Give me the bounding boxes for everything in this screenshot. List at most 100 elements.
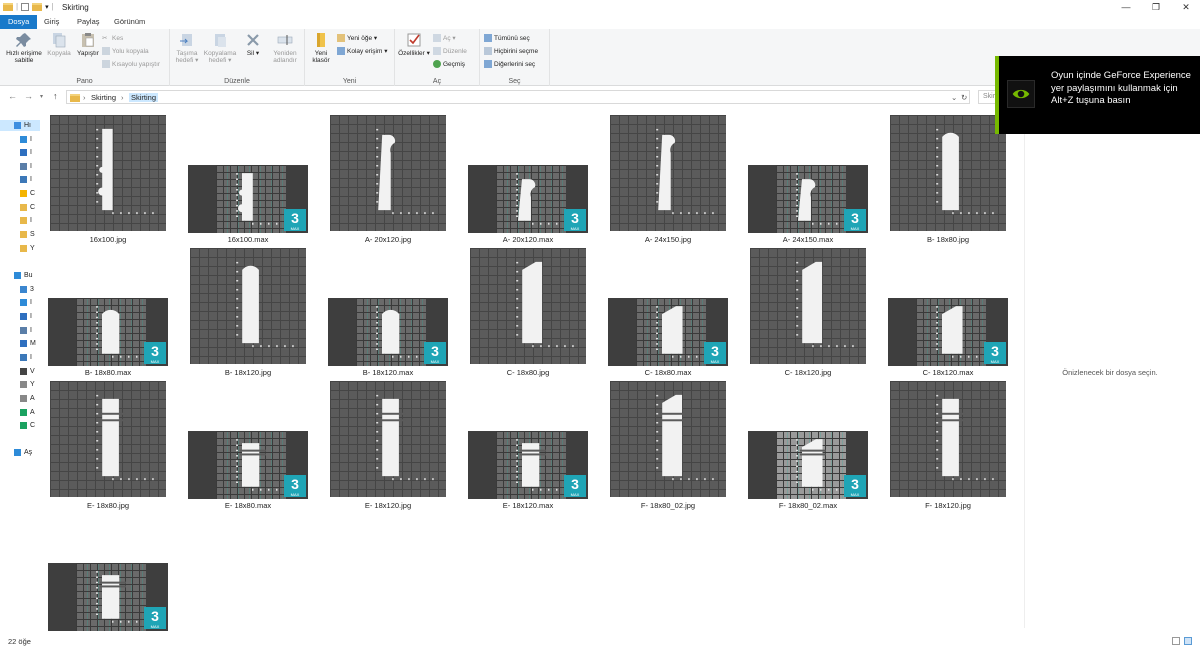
- nav-item[interactable]: 3: [0, 284, 40, 295]
- minimize-button[interactable]: —: [1112, 0, 1140, 15]
- nav-item[interactable]: A: [0, 393, 40, 404]
- nav-item[interactable]: I: [0, 161, 40, 172]
- nav-item[interactable]: I: [0, 134, 40, 145]
- file-item[interactable]: 3 MAX F- 18x80_02.max: [748, 381, 868, 511]
- cut-button[interactable]: ✂ Kes: [102, 34, 123, 43]
- refresh-icon[interactable]: ↻: [961, 93, 967, 102]
- file-item[interactable]: 3 MAX C- 18x120.max: [888, 248, 1008, 378]
- file-item[interactable]: 3 MAX B- 18x120.max: [328, 248, 448, 378]
- nav-item[interactable]: I: [0, 352, 40, 363]
- history-chevron-icon[interactable]: ▾: [40, 93, 43, 100]
- file-item[interactable]: B- 18x80.jpg: [888, 115, 1008, 245]
- breadcrumb-skirting-current[interactable]: Skirting: [129, 93, 159, 102]
- copy-to-button[interactable]: Kopyalama hedefi ▾: [202, 32, 238, 64]
- geforce-notification[interactable]: Oyun içinde GeForce Experience yer payla…: [995, 56, 1200, 134]
- shortcut-icon: [102, 60, 110, 68]
- address-bar[interactable]: › Skirting › Skirting ⌄ ↻: [66, 90, 970, 104]
- nav-item[interactable]: A: [0, 407, 40, 418]
- properties-icon[interactable]: [21, 2, 30, 11]
- file-name: B- 18x80.max: [84, 368, 132, 377]
- nav-item[interactable]: I: [0, 147, 40, 158]
- file-item[interactable]: 16x100.jpg: [48, 115, 168, 245]
- up-arrow-icon[interactable]: ↑: [53, 91, 58, 101]
- nav-item[interactable]: C: [0, 420, 40, 431]
- file-item[interactable]: 3 MAX A- 24x150.max: [748, 115, 868, 245]
- easy-access-button[interactable]: Kolay erişim ▾: [337, 47, 387, 55]
- video-icon: [20, 368, 27, 375]
- file-item[interactable]: F- 18x120.jpg: [888, 381, 1008, 511]
- tab-share[interactable]: Paylaş: [69, 15, 108, 29]
- new-item-button[interactable]: Yeni öğe ▾: [337, 34, 377, 42]
- large-icons-view-icon[interactable]: [1184, 637, 1192, 645]
- chevron-down-icon[interactable]: ⌄: [951, 93, 957, 102]
- file-item[interactable]: A- 24x150.jpg: [608, 115, 728, 245]
- file-item[interactable]: 3 MAX E- 18x80.max: [188, 381, 308, 511]
- breadcrumb-chevron-icon[interactable]: ›: [83, 93, 86, 102]
- nav-item[interactable]: I: [0, 297, 40, 308]
- drive-icon: [20, 381, 27, 388]
- rename-button[interactable]: Yeniden adlandır: [268, 32, 302, 64]
- nav-item[interactable]: C: [0, 202, 40, 213]
- file-item[interactable]: C- 18x80.jpg: [468, 248, 588, 378]
- nvidia-logo-icon: [1007, 80, 1035, 108]
- nav-item[interactable]: S: [0, 229, 40, 240]
- new-folder-button[interactable]: Yeni klasör: [307, 32, 335, 64]
- file-item[interactable]: 3 MAX 16x100.max: [188, 115, 308, 245]
- nav-item[interactable]: V: [0, 366, 40, 377]
- invert-selection-button[interactable]: Diğerlerini seç: [484, 60, 535, 68]
- tab-file[interactable]: Dosya: [0, 15, 38, 29]
- file-item[interactable]: 3 MAX C- 18x80.max: [608, 248, 728, 378]
- chevron-down-icon[interactable]: ▾: [45, 3, 49, 11]
- new-folder-icon[interactable]: [32, 2, 43, 11]
- pin-quick-access-button[interactable]: Hızlı erişime sabitle: [2, 32, 46, 64]
- file-item[interactable]: B- 18x120.jpg: [188, 248, 308, 378]
- nav-item[interactable]: Bu: [0, 270, 40, 281]
- details-view-icon[interactable]: [1172, 637, 1180, 645]
- nav-item[interactable]: I: [0, 215, 40, 226]
- paste-button[interactable]: Yapıştır: [74, 32, 102, 57]
- file-item[interactable]: C- 18x120.jpg: [748, 248, 868, 378]
- nav-item[interactable]: Hı: [0, 120, 40, 131]
- nav-item[interactable]: Y: [0, 243, 40, 254]
- history-button[interactable]: Geçmiş: [433, 60, 465, 68]
- nav-item[interactable]: I: [0, 325, 40, 336]
- nav-item[interactable]: I: [0, 174, 40, 185]
- breadcrumb-chevron-icon[interactable]: ›: [121, 93, 124, 102]
- file-item[interactable]: F- 18x80_02.jpg: [608, 381, 728, 511]
- nav-item[interactable]: C: [0, 188, 40, 199]
- file-item[interactable]: 3 MAX E- 18x120.max: [468, 381, 588, 511]
- nav-item[interactable]: I: [0, 311, 40, 322]
- breadcrumb-skirting-parent[interactable]: Skirting: [91, 93, 116, 102]
- open-label: Aç ▾: [443, 35, 456, 42]
- file-item[interactable]: 3 MAX B- 18x80.max: [48, 248, 168, 378]
- open-button[interactable]: Aç ▾: [433, 34, 456, 42]
- close-button[interactable]: ✕: [1172, 0, 1200, 15]
- tab-view[interactable]: Görünüm: [106, 15, 153, 29]
- file-item[interactable]: A- 20x120.jpg: [328, 115, 448, 245]
- nav-item[interactable]: Y: [0, 379, 40, 390]
- file-item[interactable]: 3MAXF- 18x120.max: [48, 513, 168, 643]
- nav-item[interactable]: Aş: [0, 447, 40, 458]
- rename-label: Yeniden adlandır: [273, 50, 297, 64]
- copy-path-button[interactable]: Yolu kopyala: [102, 47, 149, 55]
- paste-shortcut-button[interactable]: Kısayolu yapıştır: [102, 60, 160, 68]
- file-name: E- 18x80.jpg: [86, 501, 130, 510]
- 3ds-max-caption: MAX: [850, 226, 860, 231]
- forward-arrow-icon[interactable]: →: [24, 91, 33, 101]
- edit-button[interactable]: Düzenle: [433, 47, 467, 55]
- back-arrow-icon[interactable]: ←: [8, 91, 17, 101]
- 3ds-max-glyph: 3: [291, 210, 299, 226]
- file-item[interactable]: E- 18x120.jpg: [328, 381, 448, 511]
- maximize-button[interactable]: ❐: [1142, 0, 1170, 15]
- nav-item[interactable]: M: [0, 338, 40, 349]
- file-name: A- 20x120.jpg: [364, 235, 412, 244]
- delete-button[interactable]: Sil ▾: [242, 32, 264, 57]
- select-none-button[interactable]: Hiçbirini seçme: [484, 47, 538, 55]
- select-all-button[interactable]: Tümünü seç: [484, 34, 530, 42]
- file-item[interactable]: 3 MAX A- 20x120.max: [468, 115, 588, 245]
- tab-home[interactable]: Giriş: [36, 15, 67, 29]
- copy-button[interactable]: Kopyala: [44, 32, 74, 57]
- move-to-button[interactable]: Taşıma hedefi ▾: [172, 32, 202, 64]
- file-item[interactable]: E- 18x80.jpg: [48, 381, 168, 511]
- properties-button[interactable]: Özellikler ▾: [397, 32, 431, 57]
